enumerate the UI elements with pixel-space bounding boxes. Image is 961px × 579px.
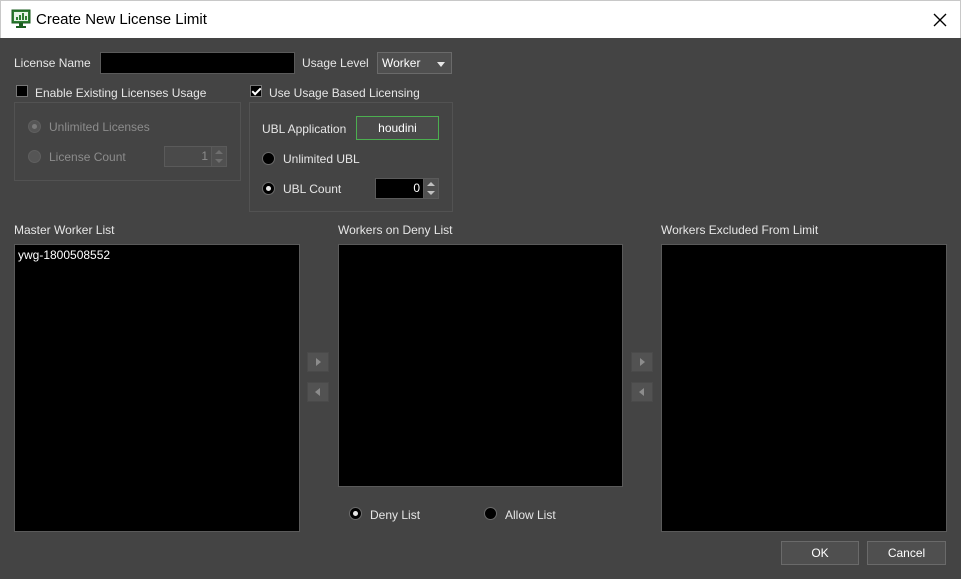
ubl-application-button[interactable]: houdini bbox=[356, 116, 439, 140]
close-button[interactable] bbox=[925, 6, 955, 34]
arrow-left-icon bbox=[315, 388, 320, 396]
move-to-excluded-button[interactable] bbox=[631, 352, 653, 372]
monitor-chart-icon bbox=[11, 9, 31, 29]
license-name-input[interactable] bbox=[100, 52, 295, 74]
move-to-deny-button[interactable] bbox=[307, 352, 329, 372]
ubl-count-radio[interactable] bbox=[262, 182, 275, 195]
license-count-value: 1 bbox=[201, 149, 208, 163]
license-count-label: License Count bbox=[49, 150, 126, 164]
master-worker-list[interactable]: ywg-1800508552 bbox=[14, 244, 300, 532]
deny-list-radio[interactable] bbox=[349, 507, 362, 520]
move-from-excluded-button[interactable] bbox=[631, 382, 653, 402]
usage-level-select[interactable]: Worker bbox=[377, 52, 452, 74]
existing-licenses-group bbox=[14, 102, 241, 181]
spin-buttons[interactable] bbox=[423, 179, 438, 198]
cancel-button[interactable]: Cancel bbox=[867, 541, 946, 565]
spin-down-icon bbox=[427, 191, 435, 195]
window-title: Create New License Limit bbox=[36, 11, 207, 28]
spin-down-icon bbox=[215, 159, 223, 163]
deny-list[interactable] bbox=[338, 244, 623, 487]
unlimited-ubl-label: Unlimited UBL bbox=[283, 152, 360, 166]
deny-list-label: Workers on Deny List bbox=[338, 223, 453, 237]
unlimited-licenses-radio[interactable] bbox=[28, 120, 41, 133]
unlimited-ubl-radio[interactable] bbox=[262, 152, 275, 165]
spin-up-icon bbox=[427, 182, 435, 186]
excluded-list-label: Workers Excluded From Limit bbox=[661, 223, 819, 237]
master-worker-list-label: Master Worker List bbox=[14, 223, 115, 237]
ubl-application-label: UBL Application bbox=[262, 122, 347, 136]
ubl-count-label: UBL Count bbox=[283, 182, 342, 196]
use-ubl-label: Use Usage Based Licensing bbox=[269, 86, 420, 100]
move-from-deny-button[interactable] bbox=[307, 382, 329, 402]
ubl-count-value: 0 bbox=[413, 181, 420, 195]
allow-list-radio[interactable] bbox=[484, 507, 497, 520]
arrow-right-icon bbox=[316, 358, 321, 366]
usage-level-value: Worker bbox=[382, 56, 421, 70]
usage-level-label: Usage Level bbox=[302, 56, 369, 70]
excluded-list[interactable] bbox=[661, 244, 947, 532]
arrow-right-icon bbox=[640, 358, 645, 366]
ok-button[interactable]: OK bbox=[781, 541, 859, 565]
deny-list-radio-label: Deny List bbox=[370, 508, 421, 522]
title-bar: Create New License Limit bbox=[0, 0, 961, 38]
spin-up-icon bbox=[215, 150, 223, 154]
allow-list-radio-label: Allow List bbox=[505, 508, 556, 522]
enable-existing-checkbox[interactable] bbox=[16, 85, 28, 97]
license-name-label: License Name bbox=[14, 56, 91, 70]
spin-buttons[interactable] bbox=[211, 147, 226, 166]
license-count-spinbox[interactable]: 1 bbox=[164, 146, 227, 167]
unlimited-licenses-label: Unlimited Licenses bbox=[49, 120, 150, 134]
close-icon bbox=[933, 13, 947, 27]
chevron-down-icon bbox=[437, 62, 445, 67]
use-ubl-checkbox[interactable] bbox=[250, 85, 262, 97]
arrow-left-icon bbox=[639, 388, 644, 396]
list-item[interactable]: ywg-1800508552 bbox=[18, 247, 296, 263]
enable-existing-label: Enable Existing Licenses Usage bbox=[35, 86, 207, 100]
ubl-count-spinbox[interactable]: 0 bbox=[375, 178, 439, 199]
license-count-radio[interactable] bbox=[28, 150, 41, 163]
